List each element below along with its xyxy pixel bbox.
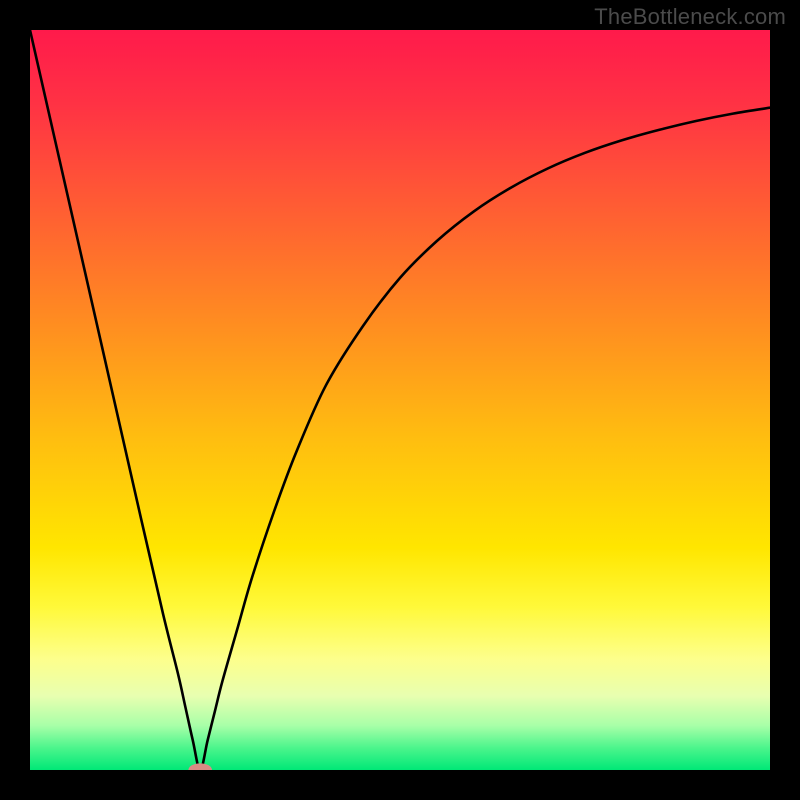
gradient-background xyxy=(30,30,770,770)
plot-area xyxy=(30,30,770,770)
watermark-text: TheBottleneck.com xyxy=(594,4,786,30)
chart-frame: TheBottleneck.com xyxy=(0,0,800,800)
chart-svg xyxy=(30,30,770,770)
